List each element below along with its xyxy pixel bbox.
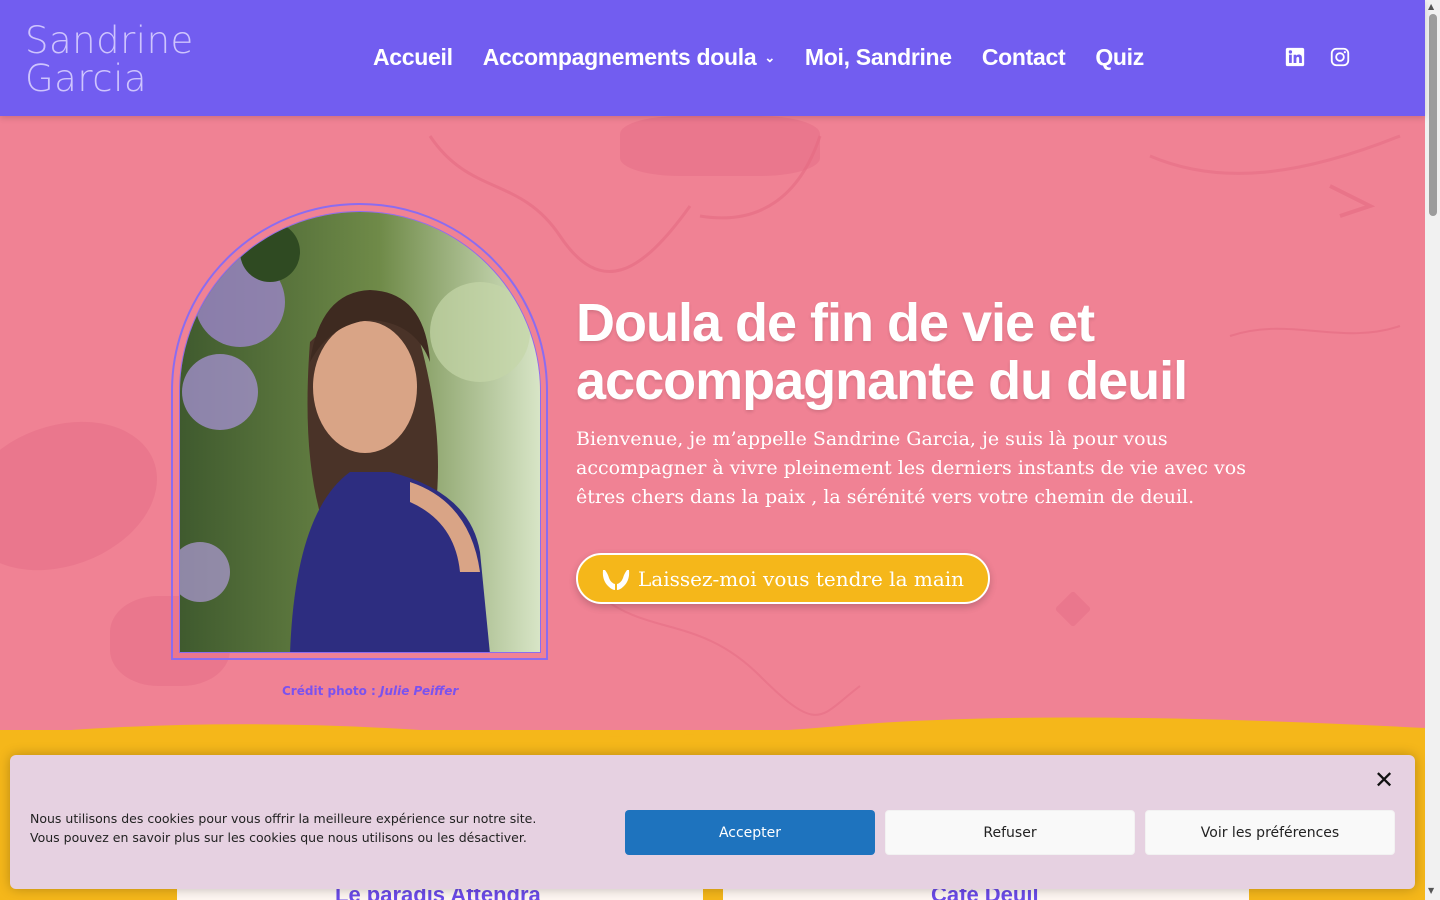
hero-title: Doula de fin de vie et accompagnante du … <box>576 293 1188 411</box>
nav-item-accompagnements[interactable]: Accompagnements doula ⌄ <box>483 44 775 71</box>
logo-line-2: Garcia <box>25 57 148 100</box>
credit-label: Crédit photo : <box>282 684 380 698</box>
chevron-down-icon: ⌄ <box>764 49 775 65</box>
instagram-icon[interactable] <box>1329 46 1351 68</box>
cta-button[interactable]: Laissez-moi vous tendre la main <box>576 553 990 604</box>
cookie-message-line: Vous pouvez en savoir plus sur les cooki… <box>30 830 527 845</box>
close-icon[interactable]: ✕ <box>1372 768 1396 792</box>
refuse-cookies-button[interactable]: Refuser <box>885 810 1135 855</box>
cookie-preferences-button[interactable]: Voir les préférences <box>1145 810 1395 855</box>
portrait-illustration <box>180 212 540 652</box>
logo-line-1: Sandrine <box>25 19 194 62</box>
credit-name[interactable]: Julie Peiffer <box>380 684 458 698</box>
nav-label: Accompagnements doula <box>482 44 757 70</box>
cookie-banner: ✕ Nous utilisons des cookies pour vous o… <box>10 755 1415 889</box>
cta-label: Laissez-moi vous tendre la main <box>638 566 965 591</box>
nav-label: Moi, Sandrine <box>804 44 952 70</box>
linkedin-icon[interactable] <box>1284 46 1306 68</box>
nav-item-quiz[interactable]: Quiz <box>1095 44 1144 71</box>
nav-label: Accueil <box>373 44 453 70</box>
scrollbar-thumb[interactable] <box>1429 14 1437 216</box>
cookie-message-line: Nous utilisons des cookies pour vous off… <box>30 811 537 826</box>
portrait-photo <box>179 211 541 653</box>
accept-cookies-button[interactable]: Accepter <box>625 810 875 855</box>
photo-credit: Crédit photo : Julie Peiffer <box>282 684 458 698</box>
scroll-up-icon[interactable]: ▲ <box>1428 2 1434 11</box>
wave-divider <box>0 717 1425 746</box>
main-nav: Accueil Accompagnements doula ⌄ Moi, Sand… <box>373 44 1174 71</box>
site-header: Sandrine Garcia Accueil Accompagnements … <box>0 0 1425 116</box>
nav-item-contact[interactable]: Contact <box>982 44 1066 71</box>
hero-description: Bienvenue, je m’appelle Sandrine Garcia,… <box>576 428 1246 508</box>
nav-label: Quiz <box>1095 44 1144 70</box>
site-logo[interactable]: Sandrine Garcia <box>25 22 194 98</box>
open-hands-icon <box>602 569 630 590</box>
nav-item-moi-sandrine[interactable]: Moi, Sandrine <box>805 44 952 71</box>
nav-label: Contact <box>981 44 1066 70</box>
cookie-message: Nous utilisons des cookies pour vous off… <box>30 809 536 847</box>
scroll-down-icon[interactable]: ▼ <box>1428 886 1434 895</box>
nav-item-accueil[interactable]: Accueil <box>373 44 453 71</box>
